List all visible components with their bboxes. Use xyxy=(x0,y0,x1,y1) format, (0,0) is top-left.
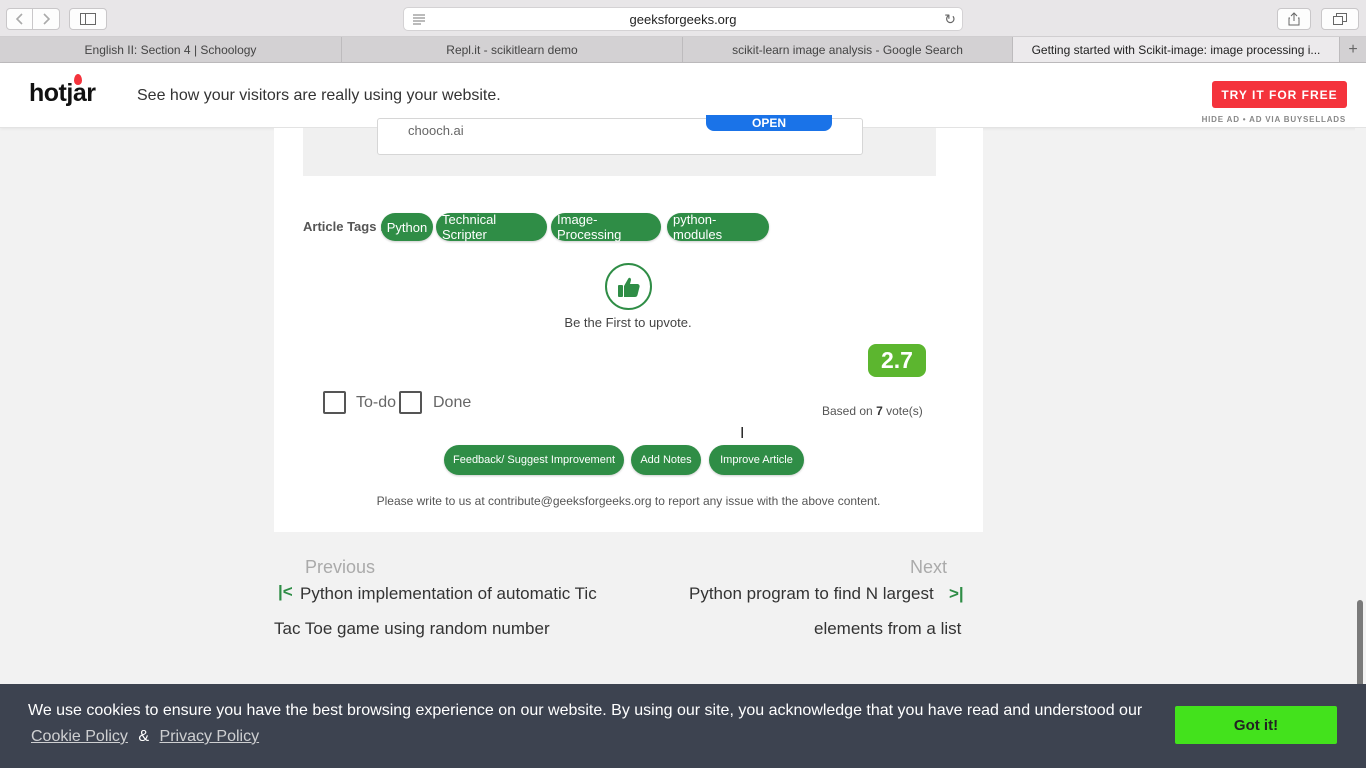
rating-badge: 2.7 xyxy=(868,344,926,377)
previous-article-link-line1[interactable]: Python implementation of automatic Tic xyxy=(300,576,597,611)
address-url: geeksforgeeks.org xyxy=(629,12,737,27)
tag-python[interactable]: Python xyxy=(381,213,433,241)
todo-label: To-do xyxy=(356,394,397,411)
tab-label: scikit-learn image analysis - Google Sea… xyxy=(732,42,963,57)
tab-replit[interactable]: Repl.it - scikitlearn demo xyxy=(342,37,683,62)
address-bar[interactable]: geeksforgeeks.org ↻ xyxy=(403,7,963,31)
next-article-link-line1[interactable]: Python program to find N largest xyxy=(689,576,934,611)
tab-label: Getting started with Scikit-image: image… xyxy=(1031,42,1321,57)
thumbs-up-icon xyxy=(617,277,640,297)
cookie-ampersand: & xyxy=(138,728,150,745)
add-notes-button[interactable]: Add Notes xyxy=(631,445,701,475)
contribute-text: Please write to us at contribute@geeksfo… xyxy=(376,494,881,508)
tab-schoology[interactable]: English II: Section 4 | Schoology xyxy=(0,37,342,62)
tab-label: English II: Section 4 | Schoology xyxy=(84,42,257,57)
votes-number: 7 xyxy=(876,404,883,418)
votes-suffix: vote(s) xyxy=(886,404,923,418)
scrollbar-thumb[interactable] xyxy=(1357,600,1363,690)
tab-bar: English II: Section 4 | Schoology Repl.i… xyxy=(0,37,1366,63)
ad-text: See how your visitors are really using y… xyxy=(137,87,501,104)
chevron-right-icon xyxy=(43,13,50,25)
next-arrow-icon[interactable]: >| xyxy=(949,584,964,604)
sidebar-icon xyxy=(80,13,96,25)
article-tags-label: Article Tags : xyxy=(303,219,385,234)
feedback-button[interactable]: Feedback/ Suggest Improvement xyxy=(444,445,624,475)
browser-toolbar: geeksforgeeks.org ↻ xyxy=(0,0,1366,37)
cookie-policy-link[interactable]: Cookie Policy xyxy=(31,728,128,745)
share-button[interactable] xyxy=(1277,8,1311,30)
chevron-left-icon xyxy=(15,13,23,25)
tab-overview-button[interactable] xyxy=(1321,8,1359,30)
next-label: Next xyxy=(910,557,948,577)
cookie-banner: We use cookies to ensure you have the be… xyxy=(0,684,1366,768)
upvote-button[interactable] xyxy=(605,263,652,310)
tab-scikit-image[interactable]: Getting started with Scikit-image: image… xyxy=(1013,37,1340,62)
cookie-links: Cookie Policy & Privacy Policy xyxy=(31,728,259,746)
previous-article-link-line2[interactable]: Tac Toe game using random number xyxy=(274,611,550,646)
upvote-text: Be the First to upvote. xyxy=(564,315,692,330)
tab-label: Repl.it - scikitlearn demo xyxy=(446,42,578,57)
new-tab-button[interactable]: + xyxy=(1340,37,1366,62)
tag-technical-scripter[interactable]: Technical Scripter xyxy=(436,212,547,242)
sidebar-toggle-button[interactable] xyxy=(69,8,107,30)
tag-python-modules[interactable]: python-modules xyxy=(667,212,769,242)
flame-icon xyxy=(74,74,82,85)
share-icon xyxy=(1288,12,1300,26)
cookie-text: We use cookies to ensure you have the be… xyxy=(28,702,1143,719)
previous-arrow-icon[interactable]: |< xyxy=(278,582,293,602)
improve-article-button[interactable]: Improve Article xyxy=(709,445,804,475)
votes-count: Based on 7 vote(s) xyxy=(822,404,923,418)
article-footer-card: chooch.ai OPEN Article Tags : Python Tec… xyxy=(274,115,983,532)
tab-google-search[interactable]: scikit-learn image analysis - Google Sea… xyxy=(683,37,1013,62)
reload-icon[interactable]: ↻ xyxy=(944,11,956,28)
forward-button[interactable] xyxy=(33,8,60,30)
inline-ad: chooch.ai OPEN xyxy=(303,115,936,176)
todo-checkbox[interactable] xyxy=(323,391,346,414)
inline-ad-domain: chooch.ai xyxy=(408,123,464,138)
votes-prefix: Based on xyxy=(822,404,873,418)
back-button[interactable] xyxy=(6,8,33,30)
previous-label: Previous xyxy=(305,557,376,577)
done-checkbox[interactable] xyxy=(399,391,422,414)
inline-ad-box[interactable]: chooch.ai OPEN xyxy=(377,115,863,155)
hotjar-logo: hotjar xyxy=(29,79,96,107)
tabs-icon xyxy=(1333,13,1347,25)
cookie-accept-button[interactable]: Got it! xyxy=(1175,706,1337,744)
hide-ad-link[interactable]: HIDE AD • AD VIA BUYSELLADS xyxy=(1202,115,1346,124)
tag-image-processing[interactable]: Image-Processing xyxy=(551,212,661,242)
text-cursor-icon: I xyxy=(740,424,745,442)
privacy-policy-link[interactable]: Privacy Policy xyxy=(160,728,260,745)
inline-ad-open-button[interactable]: OPEN xyxy=(706,115,832,131)
done-label: Done xyxy=(433,394,472,411)
try-free-button[interactable]: TRY IT FOR FREE xyxy=(1212,81,1347,108)
next-article-link-line2[interactable]: elements from a list xyxy=(814,611,961,646)
